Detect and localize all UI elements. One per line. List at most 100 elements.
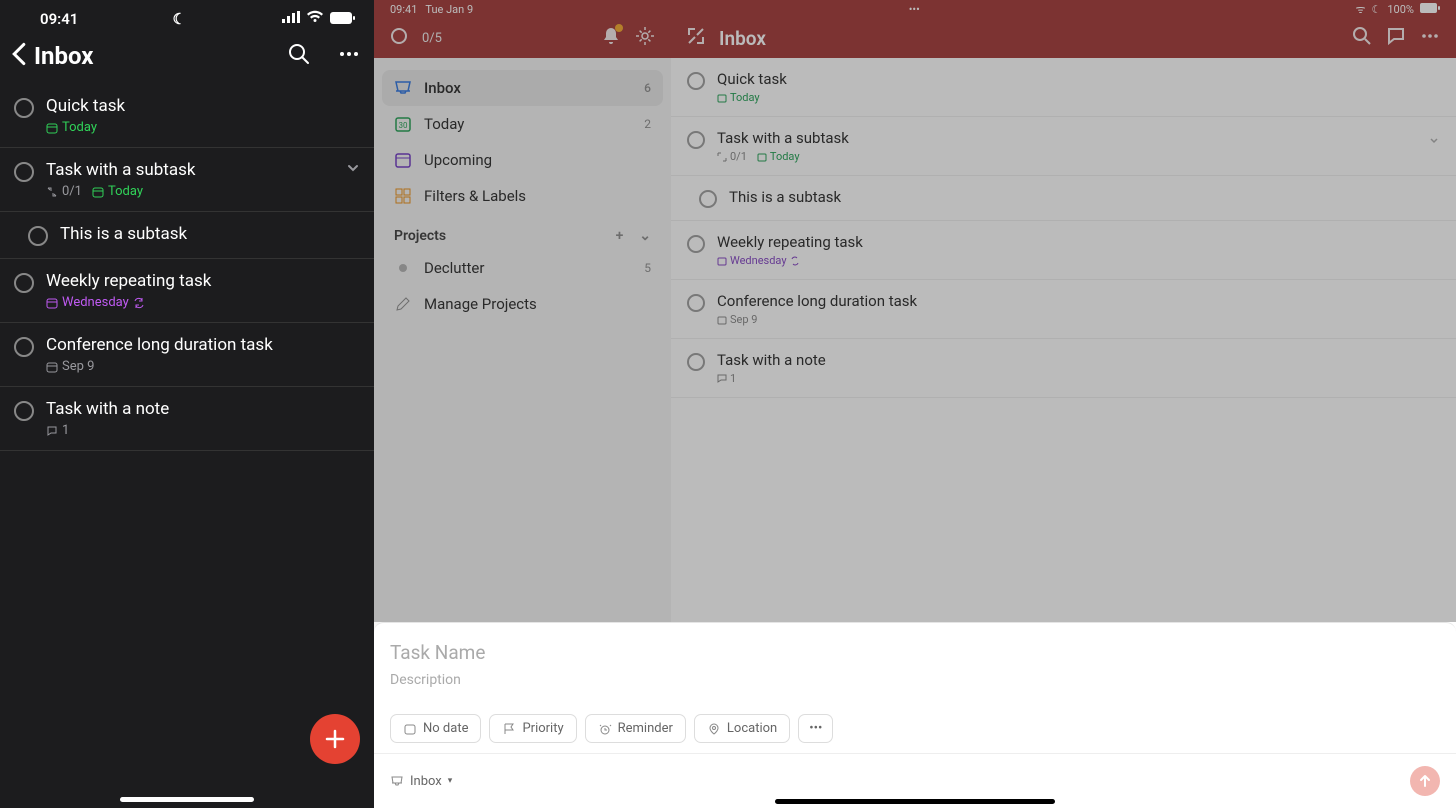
projects-section-header[interactable]: Projects + ⌄ (382, 214, 663, 250)
sidebar-item-filters[interactable]: Filters & Labels (382, 178, 663, 214)
task-checkbox[interactable] (687, 131, 705, 149)
status-date: Tue Jan 9 (425, 3, 473, 16)
more-icon[interactable] (1420, 26, 1440, 50)
project-selector[interactable]: Inbox ▾ (390, 774, 452, 789)
inbox-icon (390, 774, 404, 788)
add-task-fab[interactable] (310, 714, 360, 764)
task-row[interactable]: Task with a note 1 (0, 387, 374, 451)
location-icon (707, 722, 721, 736)
ipad-statusbar: 09:41 Tue Jan 9 ••• ᯤ ☾ 100% (374, 0, 1456, 18)
subtask-count: 0/1 (717, 150, 747, 163)
task-checkbox[interactable] (14, 401, 34, 421)
tablet-frame: 09:41 Tue Jan 9 ••• ᯤ ☾ 100% 0/5 (374, 0, 1456, 808)
project-dot-icon (394, 259, 412, 277)
task-checkbox[interactable] (14, 162, 34, 182)
task-checkbox[interactable] (699, 190, 717, 208)
expand-icon[interactable] (687, 27, 705, 49)
settings-icon[interactable] (635, 26, 655, 50)
today-icon: 30 (394, 115, 412, 133)
more-options-pill[interactable]: ••• (798, 714, 833, 743)
battery-percent: 100% (1387, 3, 1414, 16)
due-date: Wednesday (46, 295, 145, 310)
sidebar-item-inbox[interactable]: Inbox 6 (382, 70, 663, 106)
task-checkbox[interactable] (14, 98, 34, 118)
task-row[interactable]: Quick task Today (0, 84, 374, 148)
progress-icon[interactable] (390, 27, 408, 49)
multitask-icon[interactable]: ••• (909, 3, 920, 16)
task-checkbox[interactable] (687, 353, 705, 371)
due-today: Today (46, 120, 97, 135)
chevron-down-icon[interactable] (1428, 132, 1440, 151)
svg-text:30: 30 (399, 121, 408, 130)
task-row[interactable]: Task with a note 1 (671, 339, 1456, 398)
due-date: Wednesday (717, 254, 800, 267)
task-row[interactable]: Weekly repeating task Wednesday (671, 221, 1456, 280)
comments-icon[interactable] (1386, 26, 1406, 50)
calendar-icon (403, 722, 417, 736)
subtask-row[interactable]: This is a subtask (671, 176, 1456, 221)
status-time: 09:41 (390, 3, 417, 16)
subtask-row[interactable]: This is a subtask (0, 212, 374, 259)
more-icon[interactable] (338, 43, 360, 69)
task-checkbox[interactable] (14, 337, 34, 357)
due-today: Today (717, 91, 760, 104)
task-row[interactable]: Task with a subtask 0/1 Today (0, 148, 374, 212)
due-date: Sep 9 (46, 359, 94, 374)
task-title: Task with a note (46, 399, 360, 419)
add-project-icon[interactable]: + (616, 228, 624, 244)
chevron-down-icon[interactable]: ⌄ (639, 228, 651, 244)
inbox-icon (394, 79, 412, 97)
task-row[interactable]: Quick task Today (671, 58, 1456, 117)
task-title: This is a subtask (60, 224, 360, 244)
task-row[interactable]: Weekly repeating task Wednesday (0, 259, 374, 323)
grid-icon (394, 187, 412, 205)
wifi-icon: ᯤ (1355, 2, 1365, 17)
task-checkbox[interactable] (28, 226, 48, 246)
task-title: Conference long duration task (46, 335, 360, 355)
task-checkbox[interactable] (687, 72, 705, 90)
task-row[interactable]: Conference long duration task Sep 9 (671, 280, 1456, 339)
priority-pill[interactable]: Priority (489, 714, 576, 743)
repeat-icon (133, 297, 145, 309)
battery-icon (1420, 3, 1440, 16)
phone-frame: 09:41 ☾ Inbox (0, 0, 374, 808)
sidebar-manage-projects[interactable]: Manage Projects (382, 286, 663, 322)
chevron-down-icon[interactable] (346, 160, 360, 179)
back-icon[interactable] (10, 42, 28, 70)
battery-icon (330, 10, 356, 28)
sidebar-project-declutter[interactable]: Declutter 5 (382, 250, 663, 286)
alarm-icon (598, 722, 612, 736)
sidebar-item-upcoming[interactable]: Upcoming (382, 142, 663, 178)
task-title: Task with a subtask (46, 160, 334, 180)
due-today: Today (757, 150, 800, 163)
location-pill[interactable]: Location (694, 714, 790, 743)
search-icon[interactable] (288, 43, 310, 69)
task-name-input[interactable]: Task Name (390, 641, 1440, 664)
task-checkbox[interactable] (687, 235, 705, 253)
search-icon[interactable] (1352, 26, 1372, 50)
reminder-pill[interactable]: Reminder (585, 714, 686, 743)
calendar-icon (394, 151, 412, 169)
status-time: 09:41 (40, 10, 78, 28)
more-icon: ••• (809, 721, 822, 736)
task-checkbox[interactable] (687, 294, 705, 312)
notifications-icon[interactable] (601, 26, 621, 50)
task-title: Weekly repeating task (46, 271, 360, 291)
moon-icon: ☾ (172, 10, 185, 28)
caret-down-icon: ▾ (448, 776, 453, 786)
task-description-input[interactable]: Description (390, 672, 1440, 688)
due-date: Sep 9 (717, 313, 757, 326)
home-indicator (775, 799, 1055, 804)
no-date-pill[interactable]: No date (390, 714, 481, 743)
phone-statusbar: 09:41 ☾ (0, 0, 374, 34)
repeat-icon (790, 256, 800, 266)
comment-count: 1 (717, 372, 736, 385)
home-indicator (120, 797, 254, 802)
task-row[interactable]: Conference long duration task Sep 9 (0, 323, 374, 387)
task-title: Weekly repeating task (717, 233, 1440, 251)
submit-task-button[interactable] (1410, 766, 1440, 796)
tablet-topbar: 0/5 Inbox (374, 18, 1456, 58)
task-row[interactable]: Task with a subtask 0/1 Today (671, 117, 1456, 176)
sidebar-item-today[interactable]: 30 Today 2 (382, 106, 663, 142)
task-checkbox[interactable] (14, 273, 34, 293)
